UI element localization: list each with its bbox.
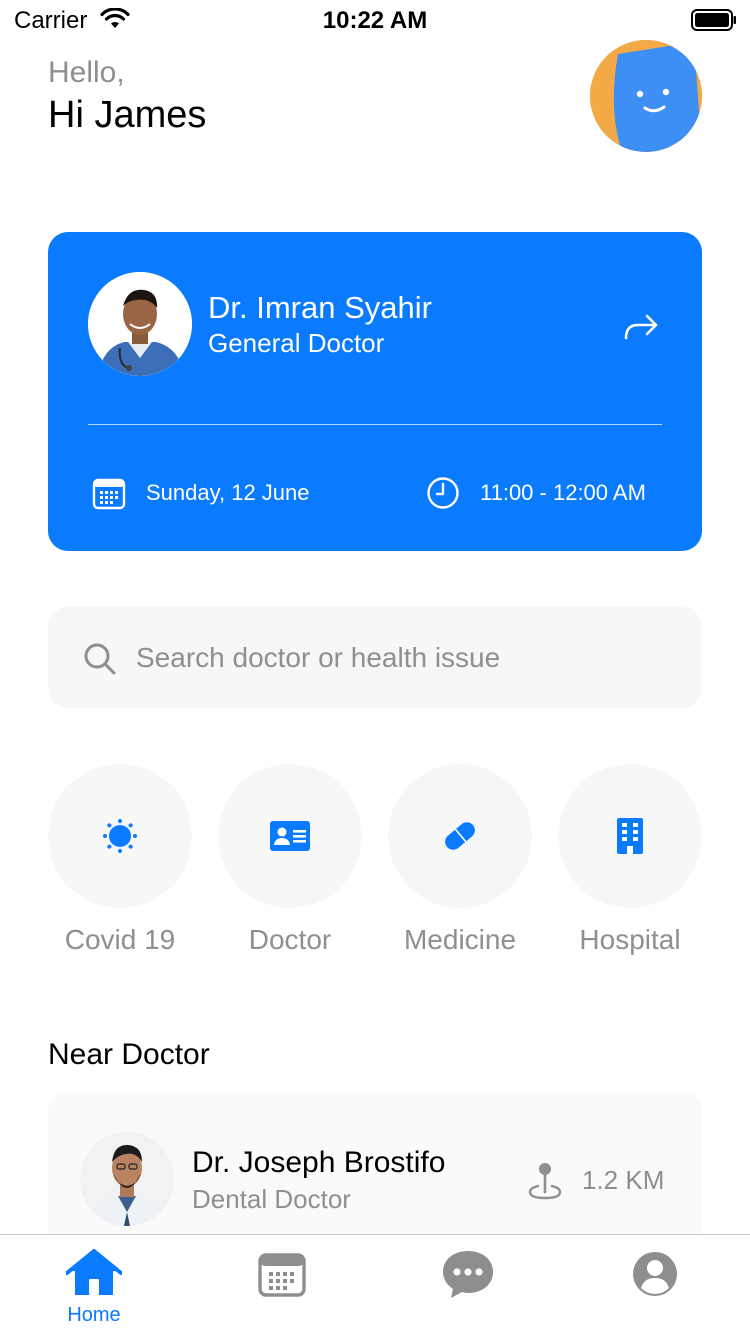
- clock-icon: [427, 477, 459, 509]
- category-label: Covid 19: [64, 924, 176, 955]
- forward-arrow-icon[interactable]: [622, 310, 662, 342]
- category-doctor-circle: [218, 764, 362, 908]
- category-label: Doctor: [248, 924, 332, 955]
- near-doctor-title: Near Doctor: [48, 1038, 210, 1071]
- near-doctor-card[interactable]: Dr. Joseph Brostifo Dental Doctor 1.2 KM: [48, 1092, 702, 1252]
- appointment-time: 11:00 - 12:00 AM: [480, 480, 646, 505]
- building-icon: [617, 818, 643, 854]
- user-avatar[interactable]: [590, 40, 702, 152]
- calendar-icon: [92, 478, 126, 510]
- greeting-text: Hello,: [48, 56, 125, 89]
- search-icon: [84, 643, 116, 675]
- home-icon: [65, 1249, 123, 1295]
- category-covid[interactable]: Covid 19: [48, 764, 192, 956]
- category-hospital[interactable]: Hospital: [558, 764, 702, 956]
- appointment-card[interactable]: Dr. Imran Syahir General Doctor Sunday, …: [48, 232, 702, 551]
- category-covid-circle: [48, 764, 192, 908]
- near-doctor-avatar: [80, 1132, 174, 1226]
- category-doctor[interactable]: Doctor: [218, 764, 362, 956]
- card-divider: [88, 424, 662, 425]
- appointment-doctor-role: General Doctor: [208, 328, 385, 358]
- status-bar: Carrier 10:22 AM: [0, 0, 750, 40]
- status-time: 10:22 AM: [322, 7, 428, 34]
- doctor-portrait-icon: [80, 1132, 174, 1226]
- doctor-portrait-icon: [88, 272, 192, 376]
- avatar-face-icon: [590, 40, 702, 152]
- near-doctor-role: Dental Doctor: [192, 1184, 351, 1214]
- user-greeting-title: Hi James: [48, 94, 207, 136]
- near-doctor-name: Dr. Joseph Brostifo: [192, 1146, 446, 1179]
- calendar-icon: [258, 1253, 306, 1297]
- appointment-date: Sunday, 12 June: [146, 480, 310, 505]
- tab-calendar[interactable]: [232, 1247, 332, 1302]
- id-card-icon: [270, 821, 310, 851]
- chat-icon: [443, 1251, 493, 1298]
- home-screen: Carrier 10:22 AM Hello, Hi James Dr. Imr…: [0, 0, 750, 1334]
- tab-home-label: Home: [67, 1304, 121, 1326]
- tab-bar: Home: [0, 1234, 750, 1334]
- pill-icon: [445, 822, 475, 850]
- doctor-avatar: [88, 272, 192, 376]
- tab-profile[interactable]: [605, 1247, 705, 1303]
- search-input[interactable]: [136, 633, 676, 683]
- tab-home[interactable]: Home: [44, 1247, 144, 1327]
- near-doctor-distance: 1.2 KM: [582, 1165, 665, 1195]
- appointment-doctor-name: Dr. Imran Syahir: [208, 290, 432, 325]
- virus-icon: [103, 819, 137, 853]
- profile-icon: [633, 1252, 677, 1296]
- category-medicine-circle: [388, 764, 532, 908]
- search-bar[interactable]: [48, 607, 702, 708]
- category-label: Hospital: [579, 924, 681, 955]
- tab-chat[interactable]: [418, 1247, 518, 1304]
- category-hospital-circle: [558, 764, 702, 908]
- category-medicine[interactable]: Medicine: [388, 764, 532, 956]
- location-pin-icon: [528, 1163, 562, 1200]
- category-label: Medicine: [403, 924, 517, 955]
- battery-icon: [691, 9, 736, 31]
